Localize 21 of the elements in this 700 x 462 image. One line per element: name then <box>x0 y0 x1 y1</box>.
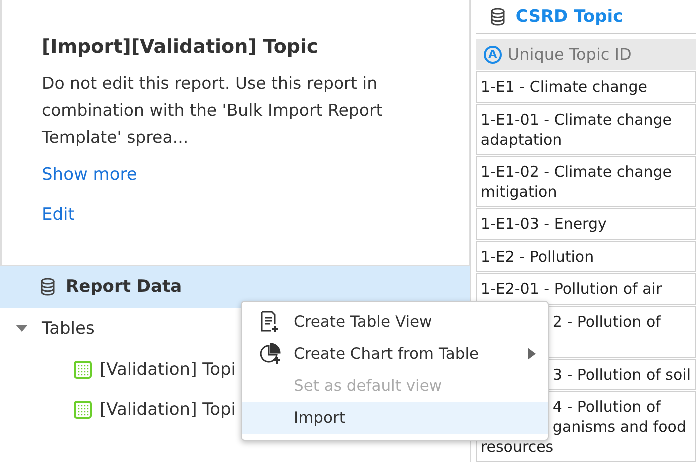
table-cell: 1-E1-02 - Climate change mitigation <box>476 156 696 208</box>
text-type-icon: A <box>484 46 502 64</box>
database-icon <box>40 278 56 296</box>
table-cell: 1-E1-01 - Climate change adaptation <box>476 104 696 156</box>
table-icon <box>74 401 92 419</box>
column-header[interactable]: A Unique Topic ID <box>476 39 696 70</box>
submenu-arrow-icon <box>528 348 536 360</box>
edit-link[interactable]: Edit <box>42 205 75 225</box>
report-title: [Import][Validation] Topic <box>42 36 318 58</box>
pie-chart-add-icon <box>260 343 282 365</box>
table-cell: 1-E2 - Pollution <box>476 240 696 272</box>
preview-title: CSRD Topic <box>516 6 624 27</box>
table-cell: 1-E1 - Climate change <box>476 71 696 104</box>
table-add-icon <box>260 311 280 333</box>
report-description: Do not edit this report. Use this report in combination with the 'Bulk Import Report Template' sprea... <box>42 73 384 149</box>
report-data-item[interactable]: Report Data <box>0 266 470 308</box>
table-cell: 1-E1-03 - Energy <box>476 208 696 240</box>
menu-item[interactable]: Import <box>242 402 548 434</box>
table-icon <box>74 361 92 379</box>
show-more-link[interactable]: Show more <box>42 165 138 185</box>
database-icon <box>490 8 506 26</box>
